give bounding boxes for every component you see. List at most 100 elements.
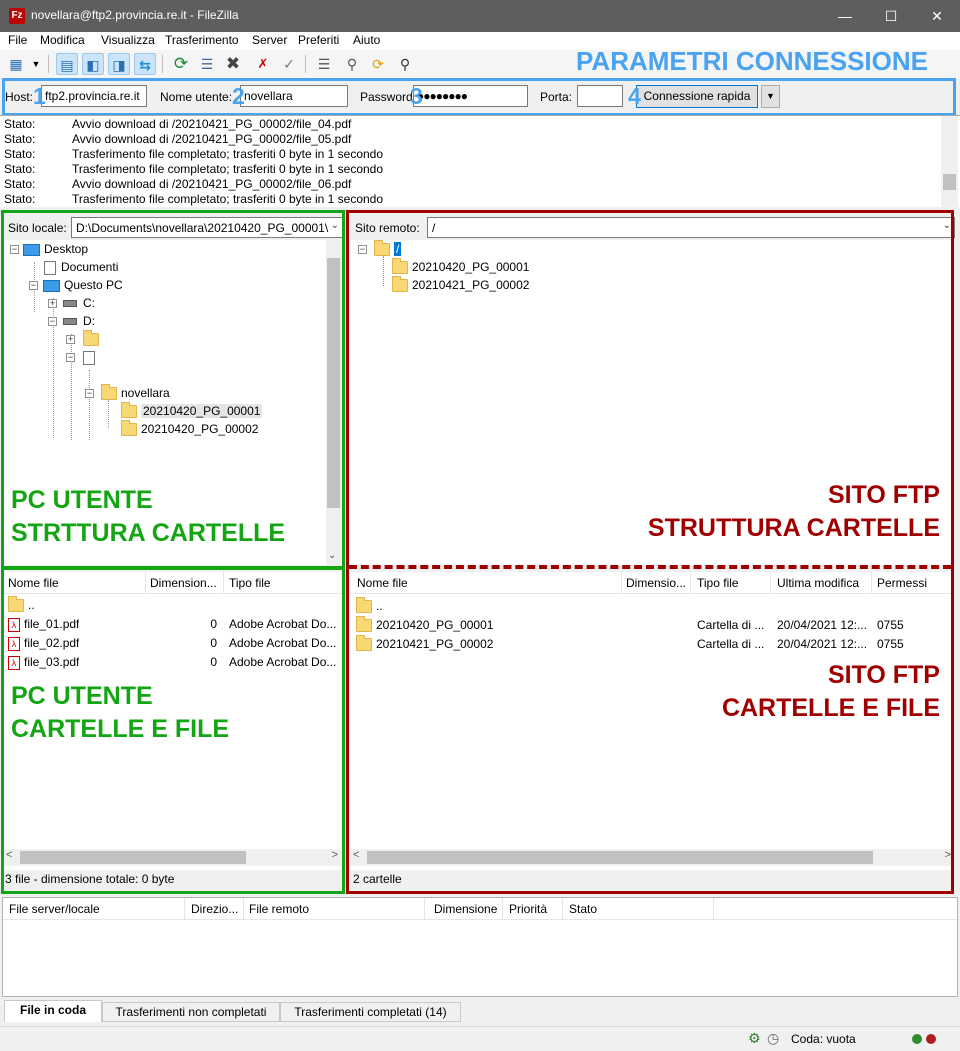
- menu-preferiti[interactable]: Preferiti: [298, 33, 339, 47]
- close-button[interactable]: ✕: [914, 0, 960, 32]
- directory-filter-icon[interactable]: ☰: [313, 53, 335, 75]
- port-input[interactable]: [577, 85, 623, 107]
- menu-visualizza[interactable]: Visualizza: [101, 33, 155, 47]
- column-priorita[interactable]: Priorità: [509, 902, 547, 916]
- folder-icon: [83, 330, 99, 347]
- column-dimensione[interactable]: Dimensione: [434, 902, 497, 916]
- tree-node-root[interactable]: /: [374, 240, 402, 258]
- folder-icon: [8, 596, 24, 613]
- document-icon: [44, 260, 56, 275]
- toggle-remote-tree-icon[interactable]: ◨: [108, 53, 130, 75]
- transfer-queue: File server/locale Direzio... File remot…: [2, 897, 958, 997]
- menu-file[interactable]: File: [8, 33, 27, 47]
- expand-toggle[interactable]: −: [66, 353, 75, 362]
- column-nome-file[interactable]: Nome file: [357, 576, 408, 590]
- local-tree: − Desktop Documenti − Questo PC + C: − D…: [3, 240, 341, 565]
- tree-node-questo-pc[interactable]: Questo PC: [43, 276, 123, 294]
- toggle-log-icon[interactable]: ▤: [56, 53, 78, 75]
- column-file-server-locale[interactable]: File server/locale: [9, 902, 100, 916]
- remote-status: 2 cartelle: [353, 872, 402, 886]
- folder-icon: [356, 597, 372, 614]
- annotation-local-files-2: CARTELLE E FILE: [11, 715, 230, 743]
- expand-toggle[interactable]: −: [10, 245, 19, 254]
- column-file-remoto[interactable]: File remoto: [249, 902, 309, 916]
- tree-node-documenti[interactable]: Documenti: [44, 258, 118, 276]
- expand-toggle[interactable]: −: [85, 389, 94, 398]
- column-stato[interactable]: Stato: [569, 902, 597, 916]
- list-item[interactable]: 20210421_PG_00002 Cartella di ... 20/04/…: [350, 635, 954, 654]
- tree-node-folder[interactable]: 20210420_PG_00002: [121, 420, 258, 438]
- quickconnect-dropdown-icon[interactable]: ▼: [761, 85, 780, 108]
- local-tree-scrollbar[interactable]: ⌄: [326, 240, 341, 565]
- host-input[interactable]: [41, 85, 147, 107]
- minimize-button[interactable]: —: [822, 0, 868, 32]
- tree-node-folder[interactable]: 20210420_PG_00001: [392, 258, 529, 276]
- tree-node-desktop[interactable]: Desktop: [23, 240, 88, 258]
- refresh-icon[interactable]: ⟳: [170, 53, 192, 75]
- tree-node-drive-d[interactable]: D:: [63, 312, 95, 330]
- remote-site-label: Sito remoto:: [355, 221, 420, 235]
- tree-node-selected-folder[interactable]: 20210420_PG_00001: [121, 402, 263, 420]
- tab-trasferimenti-non-completati[interactable]: Trasferimenti non completati: [102, 1002, 280, 1022]
- column-ultima-modifica[interactable]: Ultima modifica: [777, 576, 859, 590]
- process-queue-icon[interactable]: ☰: [196, 53, 218, 75]
- expand-toggle[interactable]: −: [358, 245, 367, 254]
- list-item[interactable]: ..: [350, 597, 954, 616]
- toggle-local-tree-icon[interactable]: ◧: [82, 53, 104, 75]
- remote-list-hscrollbar[interactable]: < >: [350, 849, 954, 866]
- tree-node-documents[interactable]: [83, 348, 100, 366]
- tree-node-novellara[interactable]: novellara: [101, 384, 170, 402]
- sync-browse-icon[interactable]: ⟳: [367, 53, 389, 75]
- log-row: Stato: Avvio download di /20210421_PG_000…: [4, 132, 352, 146]
- menu-trasferimento[interactable]: Trasferimento: [165, 33, 239, 47]
- username-input[interactable]: [240, 85, 348, 107]
- list-item[interactable]: 20210420_PG_00001 Cartella di ... 20/04/…: [350, 616, 954, 635]
- marker-4: 4: [628, 83, 641, 109]
- folder-icon: [392, 258, 408, 275]
- expand-toggle[interactable]: −: [29, 281, 38, 290]
- local-list-hscrollbar[interactable]: < >: [3, 849, 341, 866]
- column-tipo-file[interactable]: Tipo file: [697, 576, 739, 590]
- quickconnect-button[interactable]: Connessione rapida: [636, 85, 758, 108]
- expand-toggle[interactable]: +: [66, 335, 75, 344]
- menu-modifica[interactable]: Modifica: [40, 33, 85, 47]
- tree-node-folder[interactable]: 20210421_PG_00002: [392, 276, 529, 294]
- menu-server[interactable]: Server: [252, 33, 287, 47]
- list-item[interactable]: ..: [3, 596, 341, 615]
- window-title: novellara@ftp2.provincia.re.it - FileZil…: [31, 8, 239, 22]
- expand-toggle[interactable]: −: [48, 317, 57, 326]
- list-item[interactable]: λ file_01.pdf 0 Adobe Acrobat Do...: [3, 615, 341, 634]
- tab-trasferimenti-completati[interactable]: Trasferimenti completati (14): [280, 1002, 461, 1022]
- disconnect-icon[interactable]: ✗: [252, 53, 274, 75]
- tree-node-folder[interactable]: [83, 330, 103, 348]
- password-input[interactable]: [413, 85, 528, 107]
- tab-file-in-coda[interactable]: File in coda: [4, 1000, 102, 1022]
- column-dimensione[interactable]: Dimension...: [150, 576, 217, 590]
- column-nome-file[interactable]: Nome file: [8, 576, 59, 590]
- toggle-queue-icon[interactable]: ⇆: [134, 53, 156, 75]
- remote-path-select[interactable]: / ⌄: [427, 217, 955, 238]
- column-permessi[interactable]: Permessi: [877, 576, 927, 590]
- column-dimensione[interactable]: Dimensio...: [626, 576, 686, 590]
- remote-search-binoculars-icon[interactable]: ⚲: [394, 53, 416, 75]
- drive-icon: [63, 300, 77, 308]
- maximize-button[interactable]: ☐: [868, 0, 914, 32]
- cancel-operation-icon[interactable]: ✖: [222, 53, 244, 75]
- password-label: Password:: [360, 90, 417, 104]
- annotation-remote-files-1: SITO FTP: [827, 661, 940, 689]
- list-item[interactable]: λ file_03.pdf 0 Adobe Acrobat Do...: [3, 653, 341, 672]
- menu-aiuto[interactable]: Aiuto: [353, 33, 380, 47]
- list-item[interactable]: λ file_02.pdf 0 Adobe Acrobat Do...: [3, 634, 341, 653]
- tree-node-drive-c[interactable]: C:: [63, 294, 95, 312]
- expand-toggle[interactable]: +: [48, 299, 57, 308]
- site-manager-icon[interactable]: ▦: [5, 53, 27, 75]
- log-scrollbar[interactable]: [941, 116, 958, 207]
- site-manager-dropdown-icon[interactable]: ▼: [29, 53, 43, 75]
- desktop-icon: [23, 243, 40, 256]
- column-direzione[interactable]: Direzio...: [191, 902, 238, 916]
- local-path-select[interactable]: D:\Documents\novellara\20210420_PG_00001…: [71, 217, 343, 238]
- search-icon[interactable]: ⚲: [341, 53, 363, 75]
- remote-divider: [349, 565, 951, 569]
- column-tipo-file[interactable]: Tipo file: [229, 576, 271, 590]
- reconnect-icon[interactable]: ✓: [278, 53, 300, 75]
